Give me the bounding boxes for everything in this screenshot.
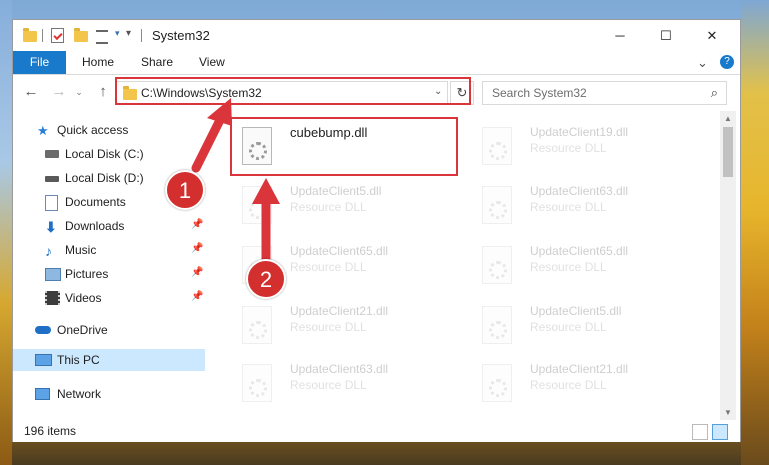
step-1-badge: 1 — [165, 170, 205, 210]
step-2-badge: 2 — [246, 259, 286, 299]
arrow-2-head — [252, 178, 280, 204]
arrow-1-head — [207, 98, 232, 126]
annotation-arrows — [191, 98, 280, 267]
